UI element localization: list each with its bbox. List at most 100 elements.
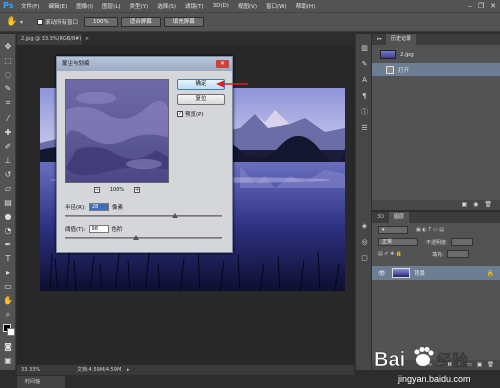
lasso-tool-icon[interactable]: ◌ <box>3 70 13 80</box>
move-tool-icon[interactable]: ✥ <box>3 42 13 52</box>
screen-mode-icon[interactable]: ▣ <box>3 356 13 366</box>
menu-help[interactable]: 帮助(H) <box>296 2 315 10</box>
history-step[interactable]: 打开 <box>372 63 500 76</box>
menu-3d[interactable]: 3D(D) <box>213 3 229 9</box>
fill-screen-button[interactable]: 填充屏幕 <box>163 17 204 27</box>
threshold-label: 阈值(T): <box>65 227 86 233</box>
marquee-tool-icon[interactable]: ⬚ <box>3 56 13 66</box>
document-tab-label: 2.jpg @ 33.3%(RGB/8#) <box>21 36 82 42</box>
radius-slider-thumb[interactable] <box>171 213 178 218</box>
threshold-row: 阈值(T): 98 色阶 <box>65 225 123 233</box>
hand-tool-icon-panel[interactable]: ✋ <box>3 296 13 306</box>
preview-checkbox[interactable]: ✓ <box>177 111 183 117</box>
radius-input[interactable]: 28 <box>88 203 109 211</box>
zoom-tool-icon[interactable]: ⌕ <box>3 310 13 320</box>
dodge-tool-icon[interactable]: ◔ <box>3 226 13 236</box>
menu-view[interactable]: 视图(V) <box>238 2 257 10</box>
menu-edit[interactable]: 编辑(E) <box>48 2 67 10</box>
opacity-field[interactable] <box>450 238 473 246</box>
paths-panel-icon[interactable]: ▢ <box>360 254 369 263</box>
menu-file[interactable]: 文件(F) <box>21 2 39 10</box>
tab-collapse[interactable]: ▸▸ <box>372 34 386 45</box>
radius-slider[interactable] <box>65 213 222 218</box>
fit-screen-button[interactable]: 适合屏幕 <box>120 17 161 27</box>
preview-zoom-row: − 100% + <box>65 186 169 194</box>
menu-window[interactable]: 窗口(W) <box>266 2 287 10</box>
filter-icons[interactable]: ▣ ◐ T ▭ ▤ <box>416 227 444 233</box>
threshold-unit: 色阶 <box>111 227 123 233</box>
reset-button[interactable]: 复位 <box>177 94 225 105</box>
layer-kind-filter[interactable]: ▾ <box>378 226 408 234</box>
threshold-slider-thumb[interactable] <box>132 235 139 240</box>
scroll-all-checkbox[interactable] <box>37 19 44 25</box>
zoom-in-button[interactable]: + <box>134 187 141 193</box>
preview-label: 预览(P) <box>185 112 204 118</box>
status-menu-arrow-icon[interactable]: ▸ <box>127 365 130 375</box>
history-snapshot[interactable]: 2.jpg <box>372 48 500 61</box>
tab-history[interactable]: 历史记录 <box>386 34 417 45</box>
shape-tool-icon[interactable]: ▭ <box>3 282 13 292</box>
layer-thumbnail <box>392 268 410 278</box>
lock-icons[interactable]: ▤ ✐ ✥ 🔒 <box>378 251 402 257</box>
menu-bar: Ps 文件(F) 编辑(E) 图像(I) 图层(L) 类型(Y) 选择(S) 滤… <box>0 0 500 12</box>
pen-tool-icon[interactable]: ✒ <box>3 240 13 250</box>
hand-tool-icon[interactable]: ✋ <box>6 17 20 27</box>
dialog-title[interactable]: 蒙尘与划痕 <box>57 57 232 71</box>
document-tab[interactable]: 2.jpg @ 33.3%(RGB/8#) × <box>17 34 89 45</box>
baidu-paw-logo <box>414 347 434 366</box>
character-panel-icon[interactable]: A <box>360 76 369 85</box>
history-step-label: 打开 <box>398 67 410 74</box>
new-document-from-state-icon[interactable]: ▣ <box>461 200 467 210</box>
threshold-input[interactable]: 98 <box>88 225 109 233</box>
timeline-tab[interactable]: 时间轴 <box>17 376 65 388</box>
menu-type[interactable]: 类型(Y) <box>130 2 149 10</box>
close-icon[interactable]: ✕ <box>490 1 496 11</box>
layer-filter-row: ▾ ▣ ◐ T ▭ ▤ <box>378 226 444 234</box>
zoom-level[interactable]: 33.33% <box>21 365 40 375</box>
channels-panel-icon[interactable]: ◎ <box>360 238 369 247</box>
eyedropper-tool-icon[interactable]: ⁄ <box>3 114 13 124</box>
path-select-tool-icon[interactable]: ▸ <box>3 268 13 278</box>
background-color-swatch[interactable] <box>7 328 15 336</box>
tab-3d[interactable]: 3D <box>372 212 389 223</box>
menu-layer[interactable]: 图层(L) <box>102 2 120 10</box>
camera-icon[interactable]: ◉ <box>473 200 478 210</box>
dialog-close-icon[interactable]: ✕ <box>216 60 229 68</box>
blur-tool-icon[interactable]: ● <box>3 212 13 222</box>
fill-field[interactable] <box>446 250 469 258</box>
zoom-out-button[interactable]: − <box>93 187 100 193</box>
gradient-tool-icon[interactable]: ▤ <box>3 198 13 208</box>
layers-panel-icon[interactable]: ◈ <box>360 222 369 231</box>
brush-panel-icon[interactable]: ✎ <box>360 60 369 69</box>
visibility-eye-icon[interactable]: 👁 <box>378 270 388 277</box>
history-panel-icon[interactable]: ▥ <box>360 44 369 53</box>
minimize-icon[interactable]: – <box>468 1 472 11</box>
quick-select-tool-icon[interactable]: ✎ <box>3 84 13 94</box>
clone-stamp-tool-icon[interactable]: ⊥ <box>3 156 13 166</box>
brush-tool-icon[interactable]: ✐ <box>3 142 13 152</box>
info-panel-icon[interactable]: ⓘ <box>360 108 369 117</box>
tool-preset-chevron-icon[interactable]: ▾ <box>20 19 23 26</box>
trash-icon[interactable]: 🗑 <box>484 200 492 210</box>
restore-icon[interactable]: ❐ <box>478 1 484 11</box>
healing-brush-tool-icon[interactable]: ✚ <box>3 128 13 138</box>
blend-mode-select[interactable]: 正常 <box>378 238 418 246</box>
paragraph-panel-icon[interactable]: ¶ <box>360 92 369 101</box>
menu-select[interactable]: 选择(S) <box>157 2 176 10</box>
properties-panel-icon[interactable]: ☰ <box>360 124 369 133</box>
crop-tool-icon[interactable]: ⌗ <box>3 98 13 108</box>
menu-filter[interactable]: 滤镜(T) <box>185 2 204 10</box>
filter-preview[interactable] <box>65 79 169 183</box>
history-brush-tool-icon[interactable]: ↺ <box>3 170 13 180</box>
tab-layers[interactable]: 图层 <box>389 212 410 223</box>
quick-mask-icon[interactable]: ◙ <box>3 342 13 352</box>
preview-option[interactable]: ✓ 预览(P) <box>177 110 204 118</box>
threshold-slider[interactable] <box>65 235 222 240</box>
eraser-tool-icon[interactable]: ▱ <box>3 184 13 194</box>
panel-dock-strip: ▥ ✎ A ¶ ⓘ ☰ ◈ ◎ ▢ <box>355 34 371 370</box>
menu-image[interactable]: 图像(I) <box>76 2 93 10</box>
type-tool-icon[interactable]: T <box>3 254 13 264</box>
layer-row-background[interactable]: 👁 背景 🔒 <box>372 266 500 280</box>
zoom-100-button[interactable]: 100% <box>84 17 118 27</box>
close-tab-icon[interactable]: × <box>85 36 89 42</box>
